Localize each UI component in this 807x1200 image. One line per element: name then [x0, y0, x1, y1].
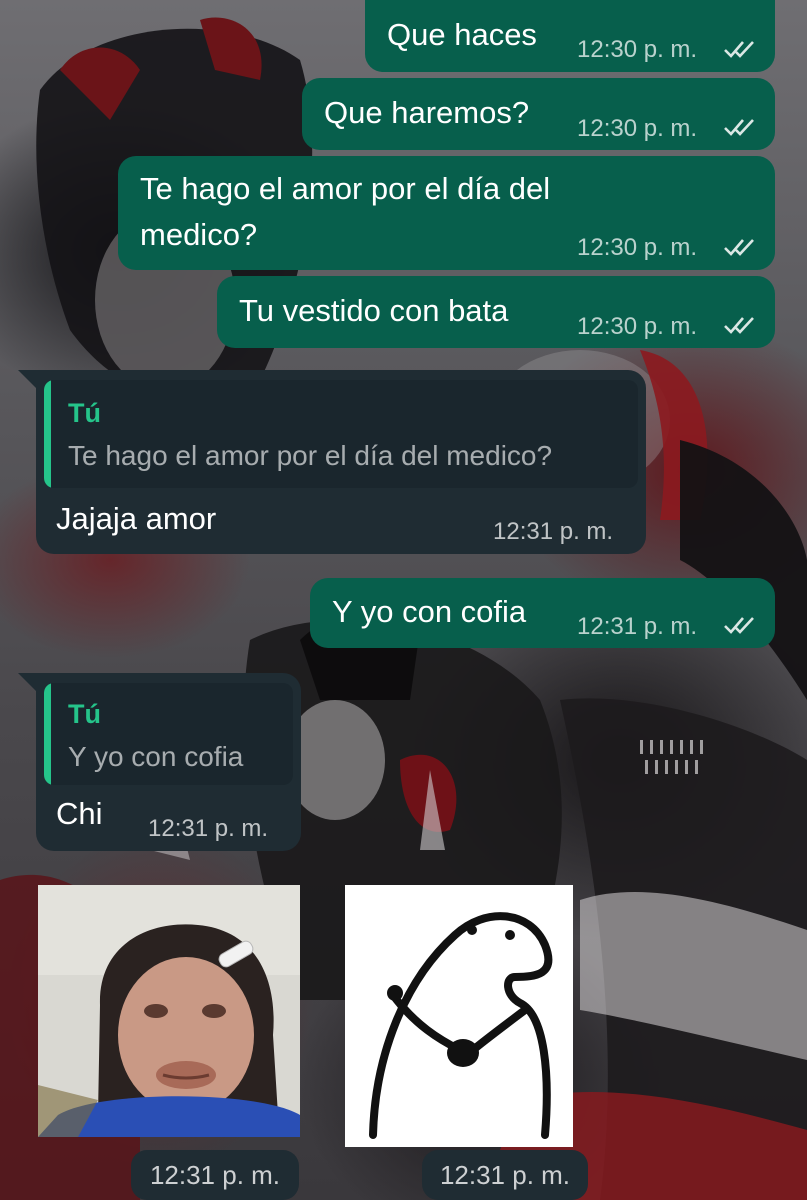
- message-text: Que haces: [387, 17, 537, 52]
- message-text: Jajaja amor: [56, 501, 217, 536]
- message-time: 12:31 p. m.: [148, 815, 269, 842]
- flork-sticker[interactable]: [345, 885, 573, 1147]
- message-time: 12:30 p. m.: [577, 313, 698, 340]
- sticker-time: 12:31 p. m.: [422, 1150, 588, 1200]
- message-text: Que haremos?: [324, 95, 530, 130]
- message-time: 12:30 p. m.: [577, 234, 698, 261]
- message-bubble-outgoing[interactable]: Que haremos? 12:30 p. m.: [302, 78, 775, 150]
- message-bubble-outgoing[interactable]: Te hago el amor por el día del medico? 1…: [118, 156, 775, 270]
- quote-author: Tú: [68, 398, 101, 428]
- message-bubble-outgoing[interactable]: Y yo con cofia 12:31 p. m.: [310, 578, 775, 648]
- quote-text: Y yo con cofia: [68, 741, 244, 772]
- quote-author: Tú: [68, 699, 101, 729]
- quoted-message[interactable]: Tú Te hago el amor por el día del medico…: [44, 380, 638, 488]
- message-text: Y yo con cofia: [332, 594, 527, 629]
- double-check-icon: [724, 119, 754, 136]
- message-bubble-incoming[interactable]: Tú Y yo con cofia Chi 12:31 p. m.: [36, 673, 301, 851]
- photo-sticker-face[interactable]: [38, 885, 300, 1137]
- quote-accent-bar: [44, 683, 51, 785]
- message-text: Tu vestido con bata: [239, 293, 509, 328]
- double-check-icon: [724, 317, 754, 334]
- message-text-line-1: Te hago el amor por el día del: [140, 171, 551, 206]
- message-time: 12:30 p. m.: [577, 36, 698, 63]
- double-check-icon: [724, 239, 754, 256]
- message-text-line-2: medico?: [140, 217, 258, 252]
- sticker-time: 12:31 p. m.: [131, 1150, 299, 1200]
- flork-drawing-icon: [345, 885, 573, 1147]
- message-text: Chi: [56, 796, 103, 831]
- message-bubble-incoming[interactable]: Tú Te hago el amor por el día del medico…: [36, 370, 646, 554]
- message-bubble-outgoing[interactable]: Que haces 12:30 p. m.: [365, 0, 775, 72]
- quoted-message[interactable]: Tú Y yo con cofia: [44, 683, 293, 785]
- quote-text: Te hago el amor por el día del medico?: [68, 440, 553, 471]
- message-time: 12:30 p. m.: [577, 115, 698, 142]
- double-check-icon: [724, 41, 754, 58]
- quote-accent-bar: [44, 380, 51, 488]
- message-time: 12:31 p. m.: [577, 613, 698, 640]
- face-photo-icon: [38, 885, 300, 1137]
- double-check-icon: [724, 617, 754, 634]
- message-time: 12:31 p. m.: [493, 518, 614, 545]
- message-bubble-outgoing[interactable]: Tu vestido con bata 12:30 p. m.: [217, 276, 775, 348]
